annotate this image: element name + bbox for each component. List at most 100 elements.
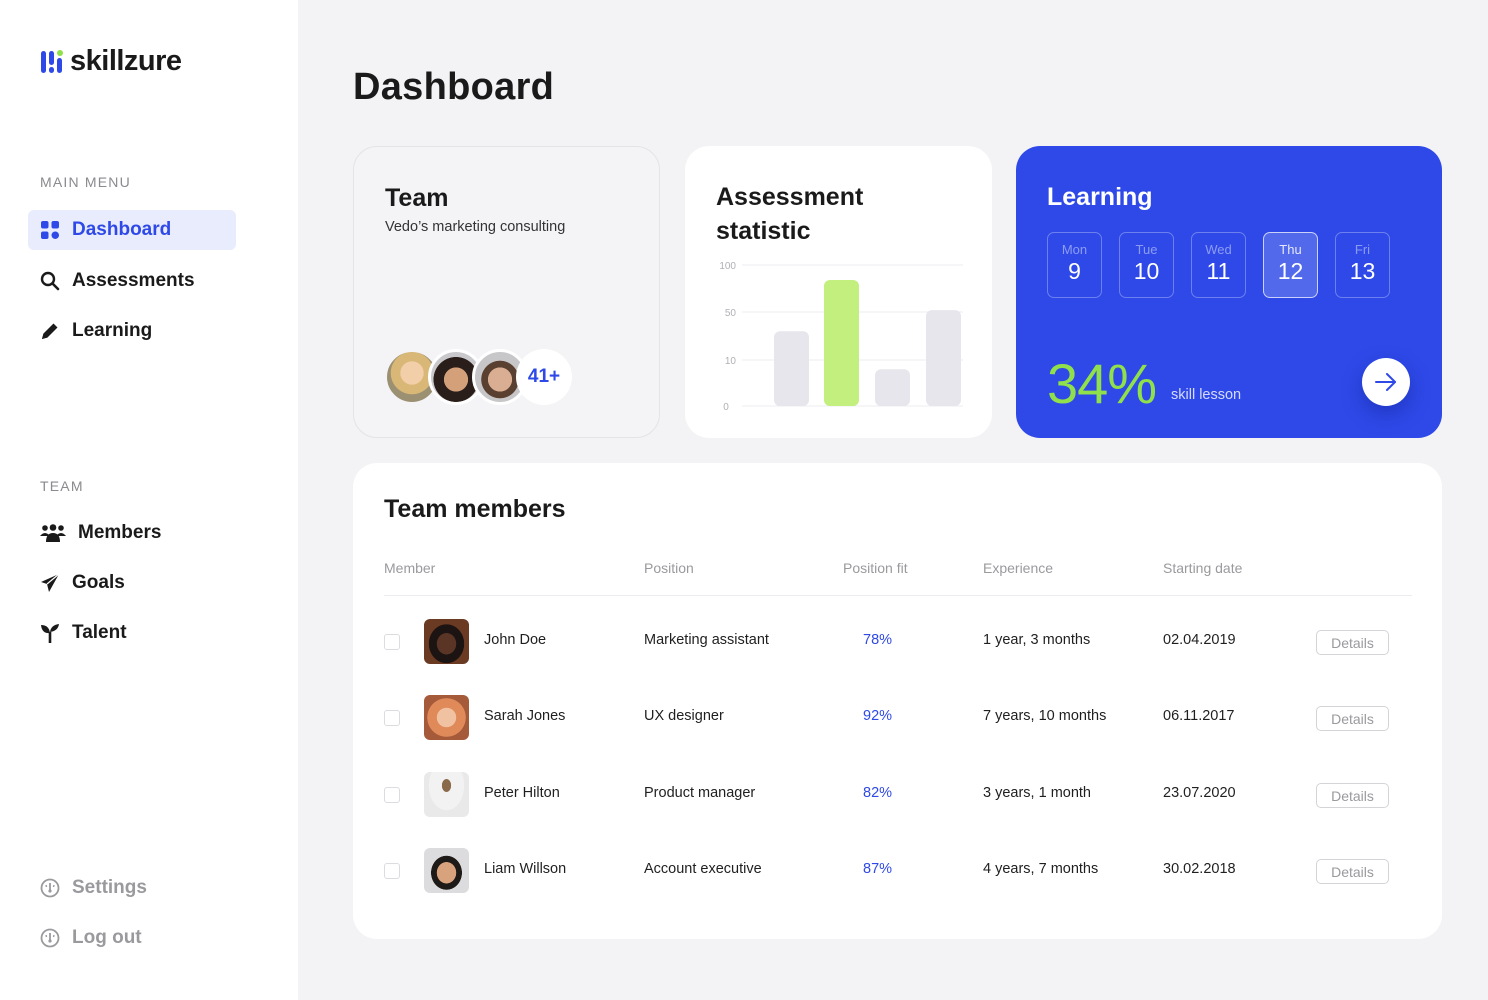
logo[interactable]: skillzure [40,45,182,78]
users-icon [40,523,66,543]
day-name: Mon [1061,242,1088,257]
column-header-experience: Experience [983,560,1054,576]
avatar [424,848,469,893]
day-thu[interactable]: Thu 12 [1263,232,1318,298]
arrow-right-icon [1375,373,1396,391]
member-experience: 1 year, 3 months [983,632,1091,648]
y-tick-label: 50 [725,308,737,319]
member-position: Account executive [644,861,762,877]
logo-icon [40,49,64,75]
chart-bar[interactable] [824,280,859,406]
day-picker: Mon 9 Tue 10 Wed 11 Thu 12 Fri 13 [1047,232,1407,298]
member-position-fit: 82% [863,785,893,801]
table-row: Liam Willson Account executive 87% 4 yea… [353,846,1442,896]
sidebar-item-label: Goals [72,572,125,593]
row-checkbox[interactable] [384,634,400,650]
gauge-icon [40,878,60,898]
details-button[interactable]: Details [1316,706,1389,731]
day-tue[interactable]: Tue 10 [1119,232,1174,298]
more-members-count[interactable]: 41+ [516,349,572,405]
member-name: Liam Willson [484,861,567,877]
team-members-title: Team members [384,495,566,523]
day-number: 12 [1277,258,1304,284]
member-experience: 7 years, 10 months [983,708,1107,724]
member-position: UX designer [644,708,724,724]
details-button[interactable]: Details [1316,783,1389,808]
day-name: Fri [1354,242,1371,257]
paper-plane-icon [40,573,60,593]
details-button[interactable]: Details [1316,630,1389,655]
day-number: 10 [1133,258,1160,284]
y-tick-label: 100 [719,261,736,272]
skill-percent-label: skill lesson [1171,387,1242,403]
sidebar-item-learning[interactable]: Learning [28,311,236,351]
day-number: 11 [1206,258,1231,284]
member-position-fit: 92% [863,708,893,724]
chart-bar[interactable] [875,369,910,406]
logo-text: skillzure [70,45,182,77]
member-name: Sarah Jones [484,708,566,724]
avatar-group[interactable]: 41+ [384,349,572,405]
member-start-date: 06.11.2017 [1163,708,1235,724]
main-menu-label: MAIN MENU [40,174,131,190]
sidebar-item-label: Log out [72,927,142,948]
team-card[interactable]: Team Vedo’s marketing consulting 41+ [353,146,660,438]
member-experience: 3 years, 1 month [983,785,1091,801]
column-header-starting-date: Starting date [1163,560,1243,576]
column-header-position-fit: Position fit [843,560,908,576]
learning-card-title: Learning [1047,183,1153,211]
team-card-title: Team [385,184,449,212]
member-start-date: 30.02.2018 [1163,861,1236,877]
sidebar: skillzure MAIN MENU Dashboard Assessment… [0,0,298,1000]
sidebar-item-label: Settings [72,877,147,898]
day-number: 13 [1349,258,1376,284]
team-card-subtitle: Vedo’s marketing consulting [385,219,566,235]
member-position: Marketing assistant [644,632,769,648]
header-divider [384,595,1412,596]
day-number: 9 [1068,258,1081,284]
gauge-icon [40,928,60,948]
day-name: Thu [1279,242,1302,257]
table-row: Peter Hilton Product manager 82% 3 years… [353,770,1442,820]
member-name: John Doe [484,632,547,648]
learning-card: Learning Mon 9 Tue 10 Wed 11 Thu 12 Fri 13 34… [1016,146,1442,438]
skill-percent: 34% [1047,352,1157,415]
chart-bar[interactable] [926,310,961,406]
assessment-bar-chart: 0 10 50 100 [719,261,963,413]
day-wed[interactable]: Wed 11 [1191,232,1246,298]
sidebar-item-label: Members [78,522,162,543]
day-mon[interactable]: Mon 9 [1047,232,1102,298]
row-checkbox[interactable] [384,863,400,879]
day-fri[interactable]: Fri 13 [1335,232,1390,298]
column-header-member: Member [384,560,436,576]
table-row: John Doe Marketing assistant 78% 1 year,… [353,617,1442,667]
chart-bar[interactable] [774,331,809,406]
sidebar-item-members[interactable]: Members [28,513,236,553]
avatar [424,695,469,740]
sidebar-item-label: Learning [72,320,153,341]
pencil-icon [40,321,60,341]
sprout-icon [40,623,60,643]
team-label: TEAM [40,478,84,494]
y-tick-label: 10 [725,356,737,367]
sidebar-item-goals[interactable]: Goals [28,563,236,603]
member-experience: 4 years, 7 months [983,861,1099,877]
member-position-fit: 87% [863,861,893,877]
details-button[interactable]: Details [1316,859,1389,884]
sidebar-item-logout[interactable]: Log out [28,918,236,958]
member-start-date: 23.07.2020 [1163,785,1236,801]
member-position-fit: 78% [863,632,893,648]
sidebar-item-label: Dashboard [72,219,172,240]
sidebar-item-talent[interactable]: Talent [28,613,236,653]
y-tick-label: 0 [723,402,729,413]
member-name: Peter Hilton [484,785,560,801]
row-checkbox[interactable] [384,710,400,726]
sidebar-item-dashboard[interactable]: Dashboard [28,210,236,250]
sidebar-item-label: Talent [72,622,127,643]
next-button[interactable] [1362,358,1410,406]
sidebar-item-settings[interactable]: Settings [28,868,236,908]
page-title: Dashboard [353,66,555,108]
row-checkbox[interactable] [384,787,400,803]
assessment-card: Assessment statistic 0 10 50 100 [685,146,992,438]
sidebar-item-assessments[interactable]: Assessments [28,261,236,301]
